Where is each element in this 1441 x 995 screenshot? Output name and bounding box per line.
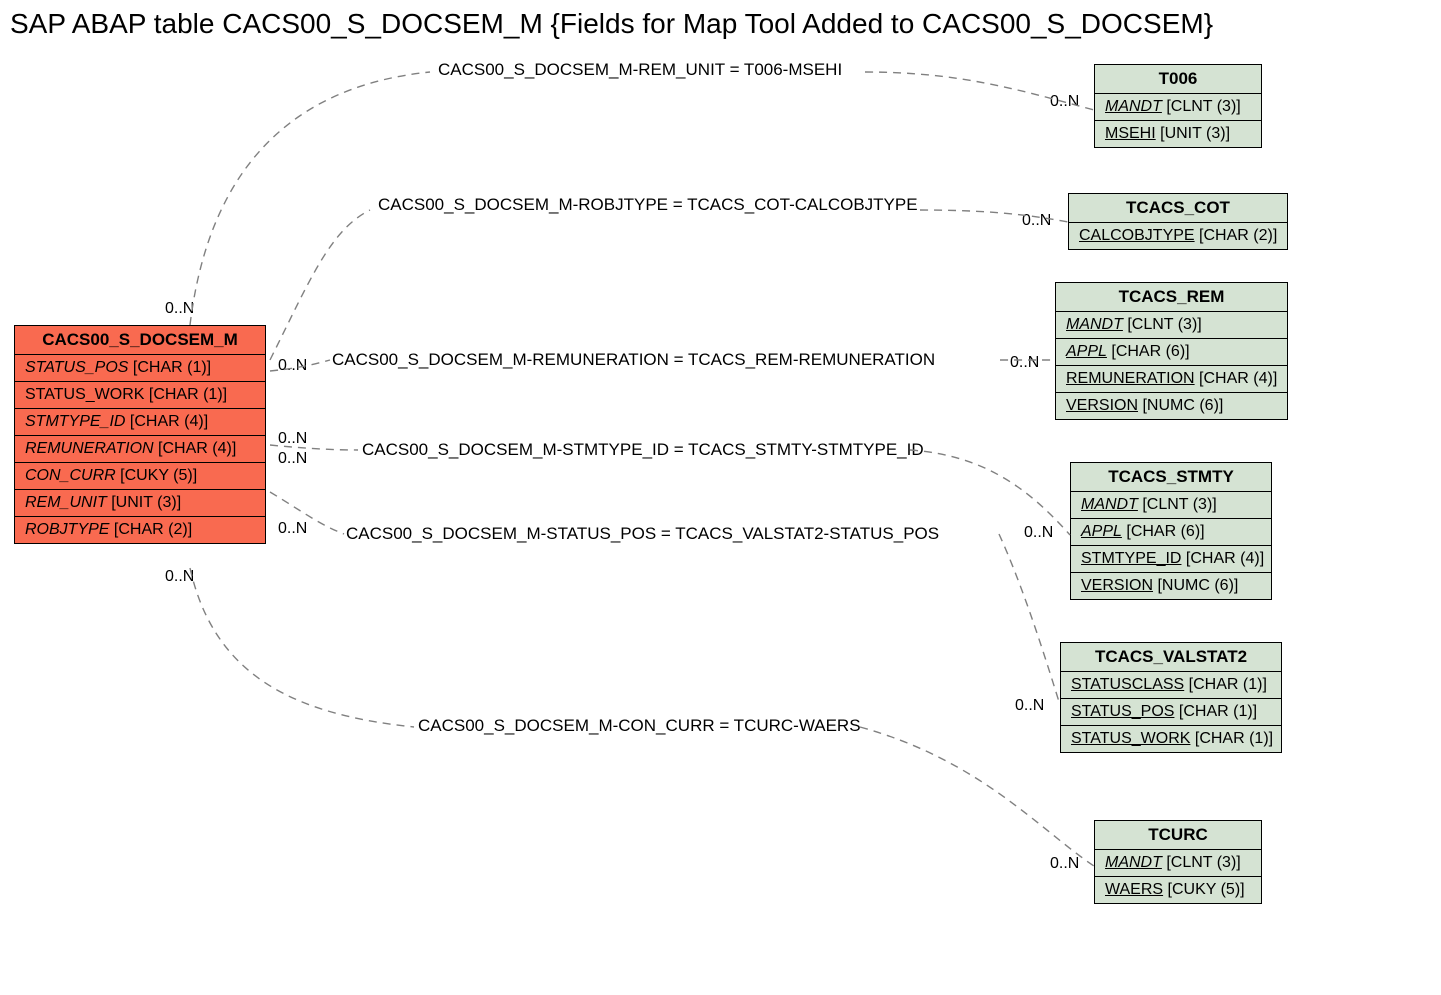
entity-main-field: CON_CURR [CUKY (5)]	[15, 462, 265, 489]
cardinality-label: 0..N	[278, 430, 307, 448]
entity-field: CALCOBJTYPE [CHAR (2)]	[1069, 222, 1287, 249]
entity-main-field: STMTYPE_ID [CHAR (4)]	[15, 408, 265, 435]
entity-field: VERSION [NUMC (6)]	[1071, 572, 1271, 599]
entity-main-field: REMUNERATION [CHAR (4)]	[15, 435, 265, 462]
relationship-label: CACS00_S_DOCSEM_M-REM_UNIT = T006-MSEHI	[438, 60, 842, 80]
entity-main-header: CACS00_S_DOCSEM_M	[15, 326, 265, 354]
entity-field: STMTYPE_ID [CHAR (4)]	[1071, 545, 1271, 572]
entity-tcacs-rem: TCACS_REM MANDT [CLNT (3)] APPL [CHAR (6…	[1055, 282, 1288, 420]
cardinality-label: 0..N	[165, 300, 194, 318]
entity-header: TCACS_VALSTAT2	[1061, 643, 1281, 671]
cardinality-label: 0..N	[165, 568, 194, 586]
entity-tcacs-valstat2: TCACS_VALSTAT2 STATUSCLASS [CHAR (1)] ST…	[1060, 642, 1282, 753]
cardinality-label: 0..N	[1024, 524, 1053, 542]
cardinality-label: 0..N	[1050, 855, 1079, 873]
entity-field: STATUS_WORK [CHAR (1)]	[1061, 725, 1281, 752]
cardinality-label: 0..N	[1050, 93, 1079, 111]
entity-field: REMUNERATION [CHAR (4)]	[1056, 365, 1287, 392]
relationship-label: CACS00_S_DOCSEM_M-STMTYPE_ID = TCACS_STM…	[362, 440, 924, 460]
entity-tcacs-cot: TCACS_COT CALCOBJTYPE [CHAR (2)]	[1068, 193, 1288, 250]
entity-field: WAERS [CUKY (5)]	[1095, 876, 1261, 903]
entity-t006: T006 MANDT [CLNT (3)] MSEHI [UNIT (3)]	[1094, 64, 1262, 148]
relationship-label: CACS00_S_DOCSEM_M-CON_CURR = TCURC-WAERS	[418, 716, 861, 736]
entity-field: MANDT [CLNT (3)]	[1095, 849, 1261, 876]
entity-main-field: STATUS_WORK [CHAR (1)]	[15, 381, 265, 408]
entity-field: VERSION [NUMC (6)]	[1056, 392, 1287, 419]
entity-header: TCACS_REM	[1056, 283, 1287, 311]
entity-header: T006	[1095, 65, 1261, 93]
cardinality-label: 0..N	[1015, 697, 1044, 715]
entity-field: MSEHI [UNIT (3)]	[1095, 120, 1261, 147]
entity-main: CACS00_S_DOCSEM_M STATUS_POS [CHAR (1)] …	[14, 325, 266, 544]
entity-field: MANDT [CLNT (3)]	[1071, 491, 1271, 518]
entity-header: TCACS_COT	[1069, 194, 1287, 222]
entity-field: STATUS_POS [CHAR (1)]	[1061, 698, 1281, 725]
entity-main-field: ROBJTYPE [CHAR (2)]	[15, 516, 265, 543]
entity-field: MANDT [CLNT (3)]	[1095, 93, 1261, 120]
cardinality-label: 0..N	[1022, 212, 1051, 230]
entity-main-field: STATUS_POS [CHAR (1)]	[15, 354, 265, 381]
entity-tcacs-stmty: TCACS_STMTY MANDT [CLNT (3)] APPL [CHAR …	[1070, 462, 1272, 600]
relationship-label: CACS00_S_DOCSEM_M-STATUS_POS = TCACS_VAL…	[346, 524, 939, 544]
entity-field: STATUSCLASS [CHAR (1)]	[1061, 671, 1281, 698]
cardinality-label: 0..N	[278, 357, 307, 375]
entity-field: MANDT [CLNT (3)]	[1056, 311, 1287, 338]
entity-field: APPL [CHAR (6)]	[1056, 338, 1287, 365]
entity-tcurc: TCURC MANDT [CLNT (3)] WAERS [CUKY (5)]	[1094, 820, 1262, 904]
entity-header: TCURC	[1095, 821, 1261, 849]
cardinality-label: 0..N	[278, 450, 307, 468]
cardinality-label: 0..N	[278, 520, 307, 538]
page-title: SAP ABAP table CACS00_S_DOCSEM_M {Fields…	[10, 8, 1213, 40]
relationship-label: CACS00_S_DOCSEM_M-REMUNERATION = TCACS_R…	[332, 350, 935, 370]
cardinality-label: 0..N	[1010, 354, 1039, 372]
relationship-label: CACS00_S_DOCSEM_M-ROBJTYPE = TCACS_COT-C…	[378, 195, 918, 215]
entity-field: APPL [CHAR (6)]	[1071, 518, 1271, 545]
entity-main-field: REM_UNIT [UNIT (3)]	[15, 489, 265, 516]
entity-header: TCACS_STMTY	[1071, 463, 1271, 491]
